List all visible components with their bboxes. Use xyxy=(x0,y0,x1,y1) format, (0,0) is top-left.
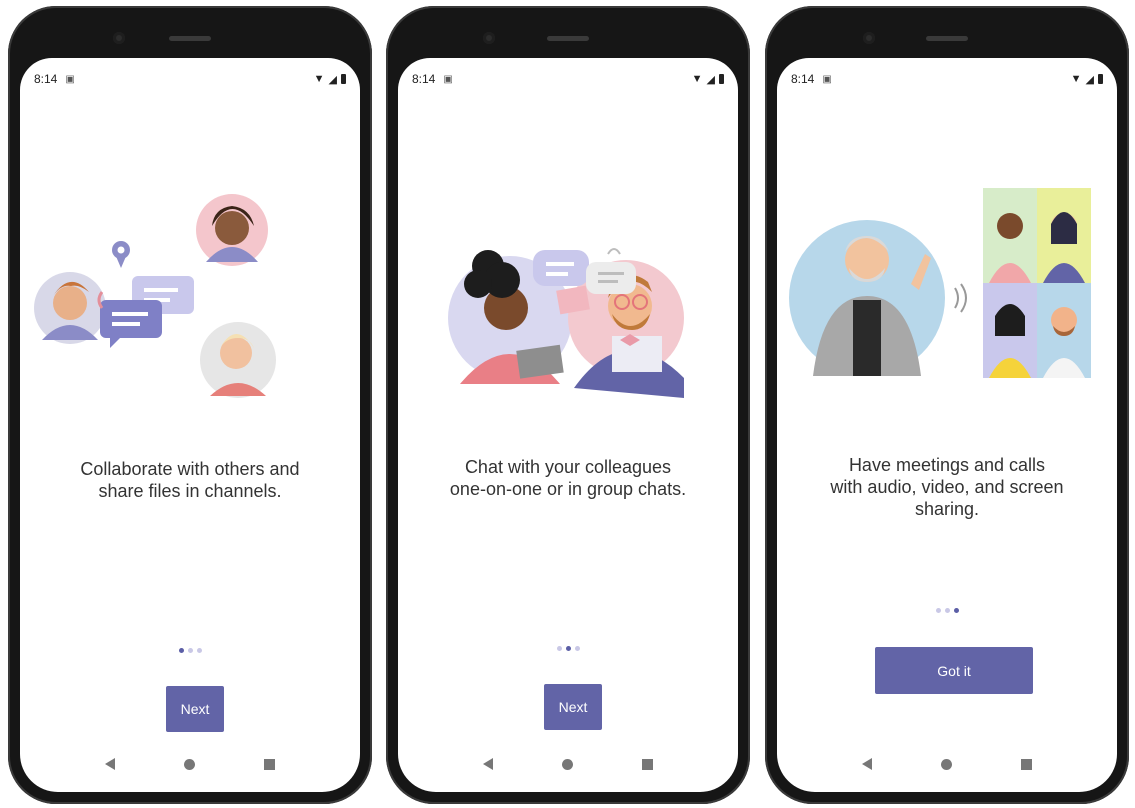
page-dot-1 xyxy=(935,608,941,613)
page-dot-2 xyxy=(944,608,950,613)
notification-icon: ▣ xyxy=(443,73,453,85)
android-nav-bar xyxy=(777,752,1117,776)
chat-illustration xyxy=(448,248,684,398)
recent-apps-icon[interactable] xyxy=(264,758,276,770)
earpiece-speaker xyxy=(169,36,211,41)
notification-icon: ▣ xyxy=(65,73,75,85)
onboarding-screen-1: 8:14 ▣ ▼ ◢ Collaborate with others and s… xyxy=(20,58,360,792)
next-button[interactable]: Next xyxy=(544,684,602,730)
notification-icon: ▣ xyxy=(822,73,832,85)
next-button[interactable]: Next xyxy=(166,686,224,732)
status-time: 8:14 xyxy=(34,72,58,86)
onboarding-screen-3: 8:14 ▣ ▼ ◢ Have meetings and calls with … xyxy=(777,58,1117,792)
android-nav-bar xyxy=(20,752,360,776)
status-time: 8:14 xyxy=(412,72,436,86)
page-indicator xyxy=(777,608,1117,613)
recent-apps-icon[interactable] xyxy=(642,758,654,770)
page-dot-3 xyxy=(196,648,202,653)
front-camera xyxy=(863,32,875,44)
signal-icon: ◢ xyxy=(1085,73,1094,86)
page-dot-2 xyxy=(187,648,193,653)
page-indicator xyxy=(20,648,360,653)
page-dot-3 xyxy=(953,608,959,613)
onboarding-caption: Have meetings and calls with audio, vide… xyxy=(830,455,1064,519)
front-camera xyxy=(113,32,125,44)
collaboration-illustration xyxy=(34,194,276,398)
status-bar: 8:14 ▣ ▼ ◢ xyxy=(34,70,346,88)
meeting-illustration xyxy=(789,188,1091,378)
phone-frame-3: 8:14 ▣ ▼ ◢ Have meetings and calls with … xyxy=(765,6,1129,804)
signal-icon: ◢ xyxy=(706,73,715,86)
onboarding-screen-2: 8:14 ▣ ▼ ◢ Chat with your colleagues one… xyxy=(398,58,738,792)
home-icon[interactable] xyxy=(940,758,952,770)
phone-frame-2: 8:14 ▣ ▼ ◢ Chat with your colleagues one… xyxy=(386,6,750,804)
battery-icon xyxy=(341,74,346,84)
status-bar: 8:14 ▣ ▼ ◢ xyxy=(791,70,1103,88)
home-icon[interactable] xyxy=(183,758,195,770)
front-camera xyxy=(483,32,495,44)
battery-icon xyxy=(1098,74,1103,84)
wifi-icon: ▼ xyxy=(691,73,703,85)
earpiece-speaker xyxy=(926,36,968,41)
onboarding-caption: Collaborate with others and share files … xyxy=(80,459,300,501)
home-icon[interactable] xyxy=(561,758,573,770)
page-indicator xyxy=(398,646,738,651)
page-dot-1 xyxy=(178,648,184,653)
battery-icon xyxy=(719,74,724,84)
page-dot-1 xyxy=(556,646,562,651)
android-nav-bar xyxy=(398,752,738,776)
recent-apps-icon[interactable] xyxy=(1021,758,1033,770)
signal-icon: ◢ xyxy=(328,73,337,86)
wifi-icon: ▼ xyxy=(313,73,325,85)
phone-frame-1: 8:14 ▣ ▼ ◢ Collaborate with others and s… xyxy=(8,6,372,804)
wifi-icon: ▼ xyxy=(1070,73,1082,85)
status-time: 8:14 xyxy=(791,72,815,86)
page-dot-2 xyxy=(565,646,571,651)
status-bar: 8:14 ▣ ▼ ◢ xyxy=(412,70,724,88)
earpiece-speaker xyxy=(547,36,589,41)
back-icon[interactable] xyxy=(482,758,493,770)
got-it-button[interactable]: Got it xyxy=(875,647,1033,694)
onboarding-caption: Chat with your colleagues one-on-one or … xyxy=(449,457,687,499)
back-icon[interactable] xyxy=(104,758,115,770)
page-dot-3 xyxy=(574,646,580,651)
back-icon[interactable] xyxy=(861,758,872,770)
